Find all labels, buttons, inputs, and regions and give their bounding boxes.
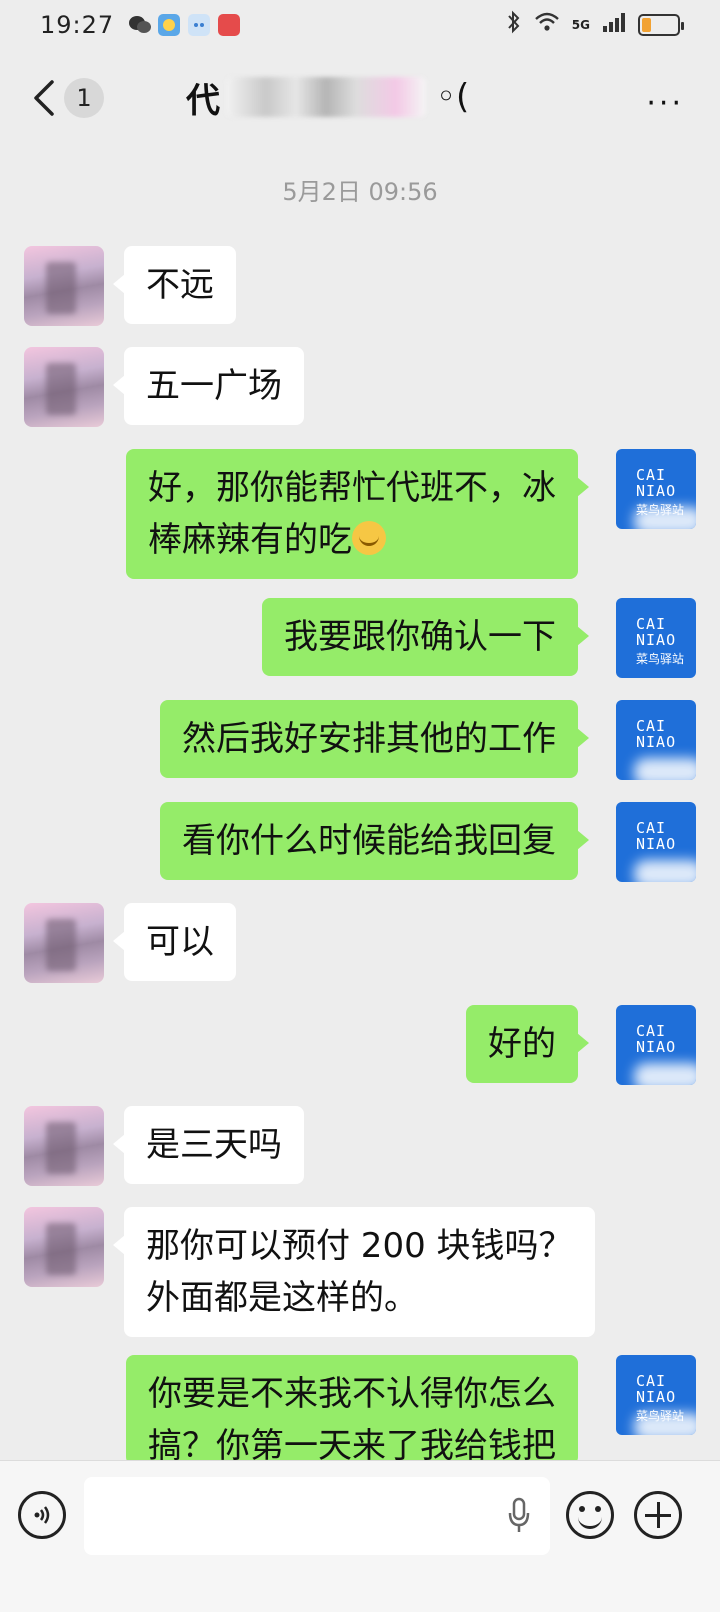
contact-avatar[interactable]: [24, 246, 104, 326]
battery-icon: [638, 14, 684, 36]
wechat-icon: [128, 14, 152, 36]
voice-mode-button[interactable]: [18, 1491, 66, 1539]
received-bubble[interactable]: 那你可以预付 200 块钱吗？ 外面都是这样的。: [113, 1207, 595, 1337]
wifi-icon: [534, 11, 560, 39]
voice-icon: [34, 1506, 50, 1524]
sent-bubble[interactable]: 然后我好安排其他的工作: [160, 700, 589, 778]
sent-bubble[interactable]: 你要是不来我不认得你怎么 搞？你第一天来了我给钱把: [126, 1355, 578, 1465]
unread-count-badge[interactable]: 1: [64, 78, 104, 118]
emoji-button[interactable]: [566, 1491, 614, 1539]
redacted-title: [226, 77, 426, 117]
contact-avatar[interactable]: [24, 1207, 104, 1287]
app-icon: [218, 14, 241, 36]
sent-bubble[interactable]: 我要跟你确认一下: [262, 598, 589, 676]
back-button[interactable]: [26, 76, 66, 120]
more-options-button[interactable]: ···: [646, 86, 684, 121]
input-bar: [0, 1460, 720, 1612]
received-bubble[interactable]: 可以: [113, 903, 236, 981]
contact-avatar[interactable]: [24, 903, 104, 983]
received-bubble[interactable]: 不远: [113, 246, 236, 324]
mic-icon[interactable]: [506, 1497, 532, 1535]
my-avatar[interactable]: CAI NIAO: [616, 700, 696, 780]
chat-header: 1 代 ◦( ···: [0, 50, 720, 146]
status-time: 19:27: [40, 11, 115, 39]
sent-bubble[interactable]: 看你什么时候能给我回复: [160, 802, 589, 880]
contact-avatar[interactable]: [24, 1106, 104, 1186]
status-bar: 19:27 5G: [0, 0, 720, 50]
bluetooth-icon: [506, 10, 522, 40]
chat-title: 代 ◦(: [186, 72, 469, 122]
network-type: 5G: [571, 18, 590, 32]
message-timestamp: 5月2日 09:56: [282, 178, 438, 206]
sent-bubble[interactable]: 好的: [466, 1005, 589, 1083]
received-bubble[interactable]: 五一广场: [113, 347, 304, 425]
more-actions-button[interactable]: [634, 1491, 682, 1539]
my-avatar[interactable]: CAINIAO 菜鸟驿站: [616, 1355, 696, 1435]
sent-bubble[interactable]: 好，那你能帮忙代班不，冰 棒麻辣有的吃: [126, 449, 589, 579]
weather-icon: [158, 14, 181, 36]
contact-avatar[interactable]: [24, 347, 104, 427]
crying-laughing-emoji-icon: [352, 521, 386, 555]
my-avatar[interactable]: CAI NIAO: [616, 802, 696, 882]
chat-title-prefix: 代: [186, 80, 220, 121]
signal-icon: [602, 11, 626, 39]
my-avatar[interactable]: CAINIAO 菜鸟驿站: [616, 598, 696, 678]
chat-title-suffix: ◦(: [436, 77, 470, 117]
assistant-icon: [188, 14, 211, 36]
my-avatar[interactable]: CAINIAO 菜鸟驿站: [616, 449, 696, 529]
my-avatar[interactable]: CAI NIAO: [616, 1005, 696, 1085]
message-input[interactable]: [84, 1477, 550, 1555]
received-bubble[interactable]: 是三天吗: [113, 1106, 304, 1184]
